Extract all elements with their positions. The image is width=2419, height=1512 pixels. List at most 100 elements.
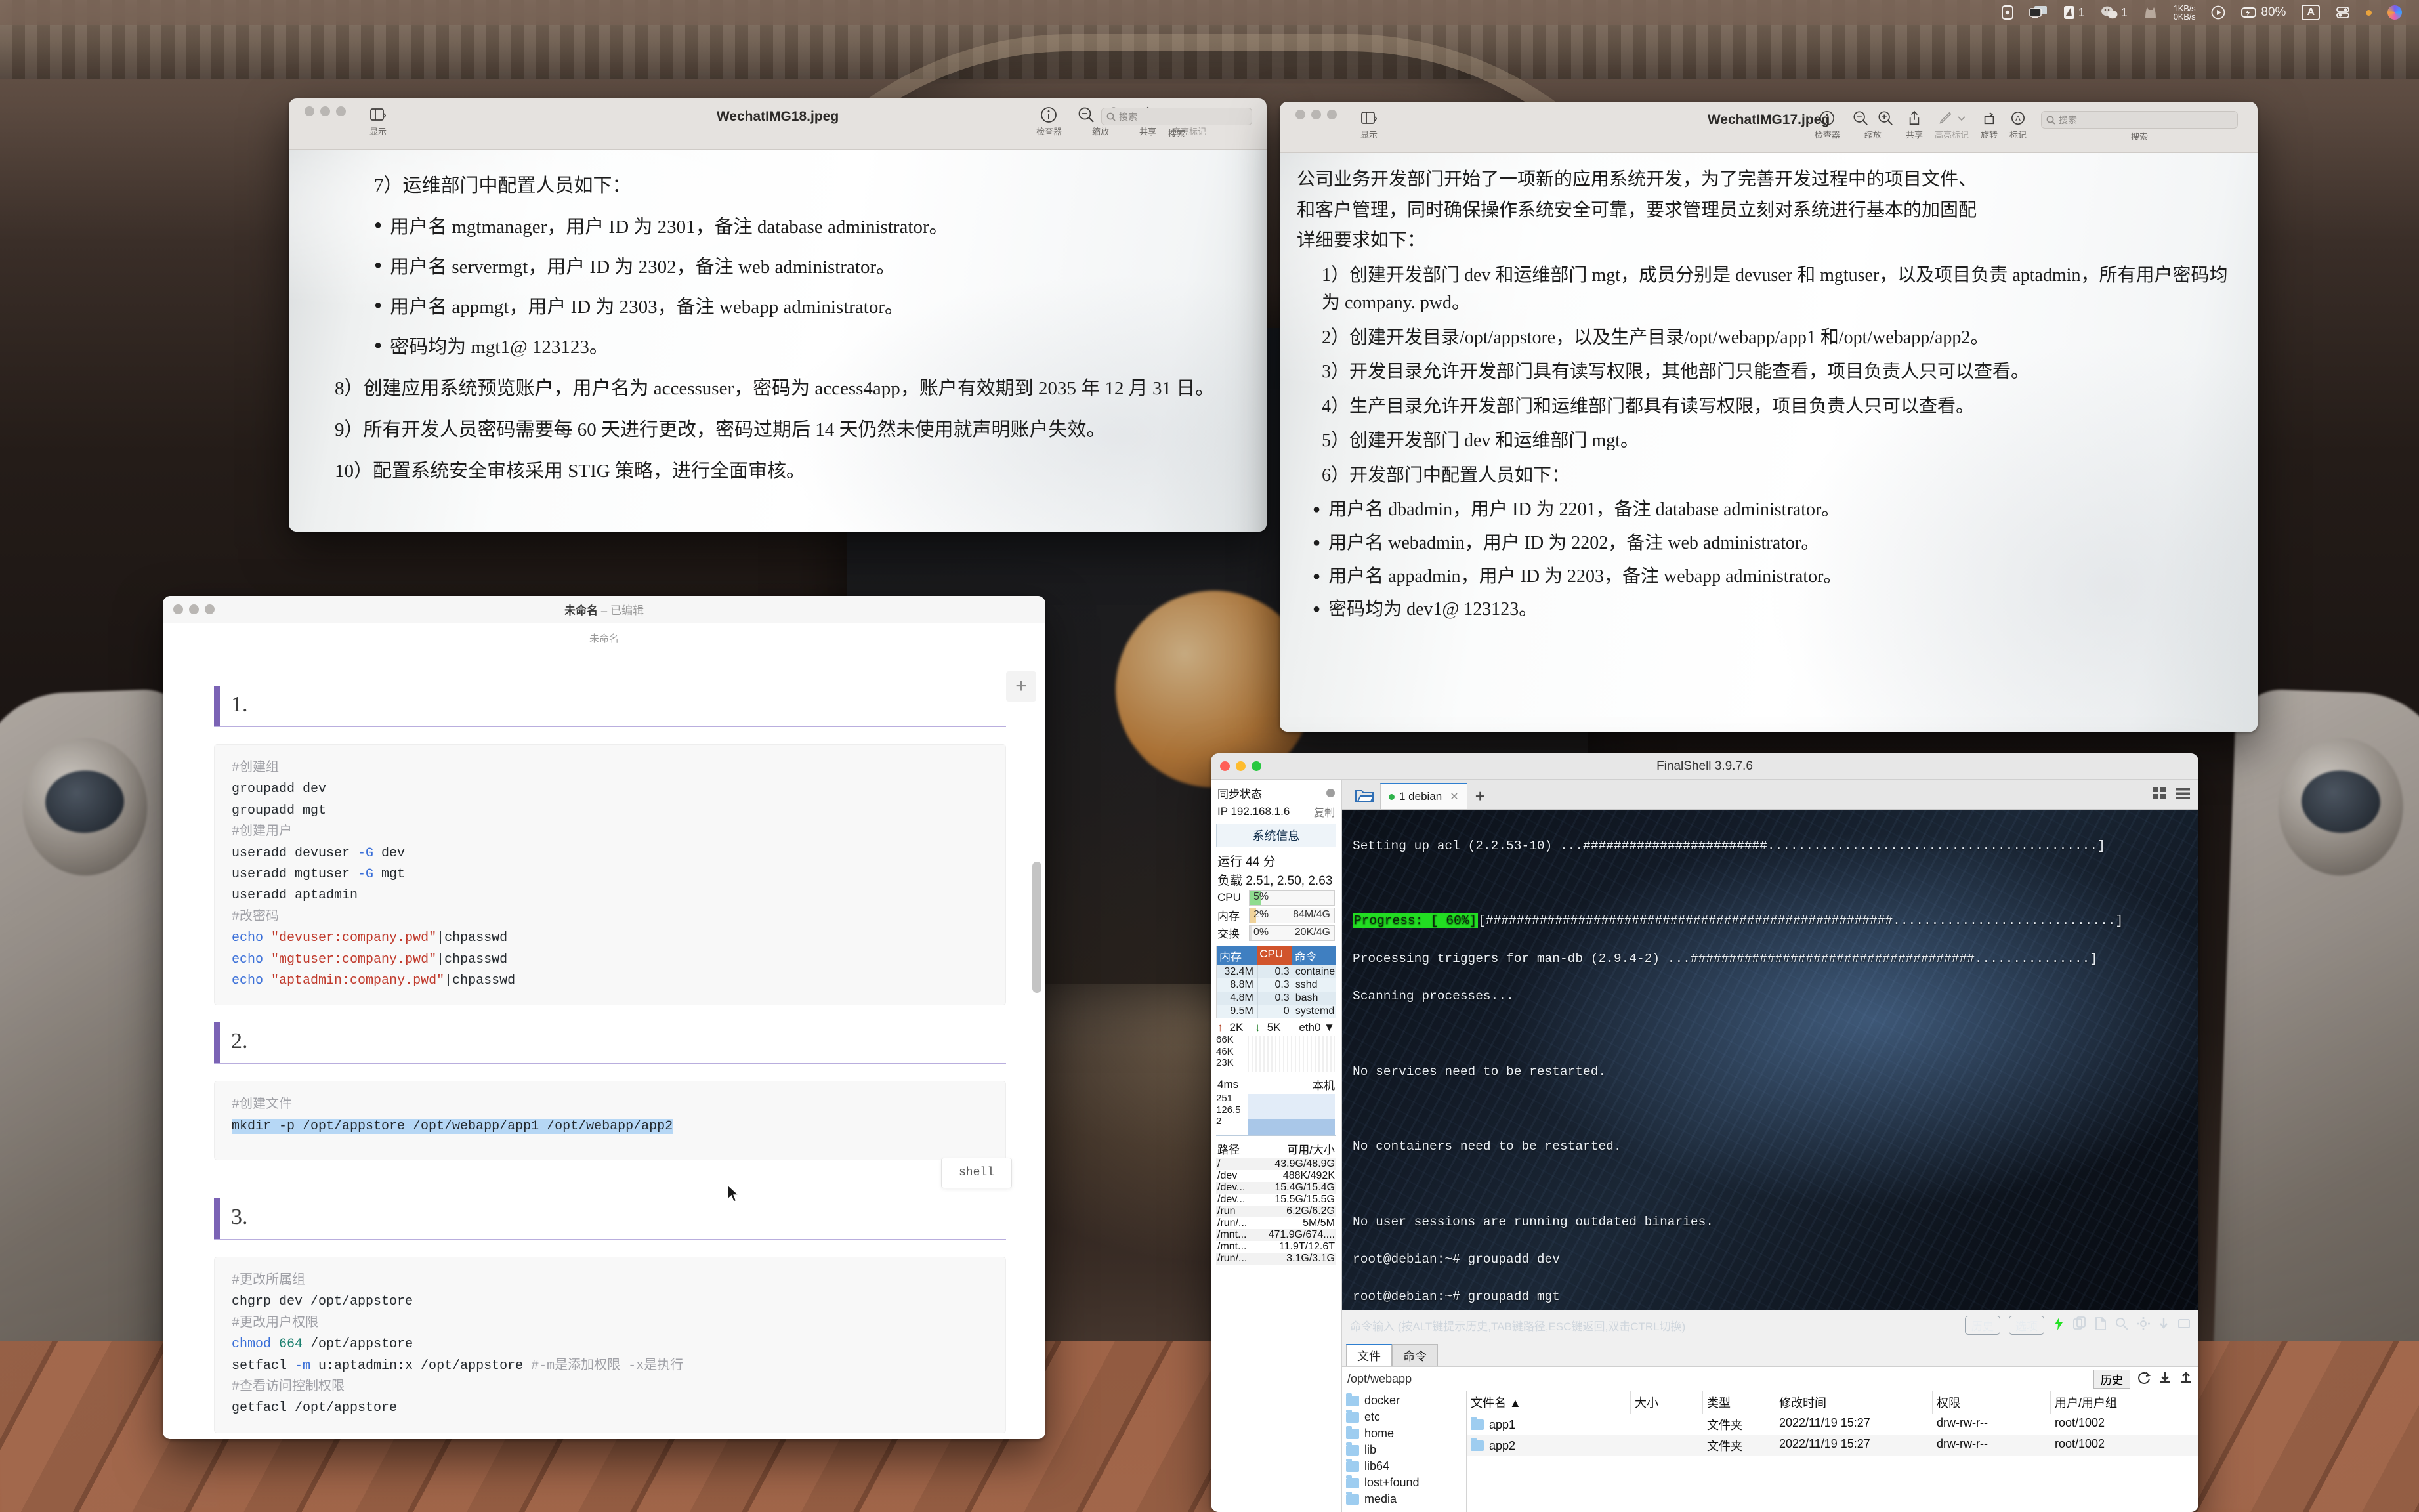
preview1-traffic-lights[interactable] xyxy=(305,106,346,116)
disk-row[interactable]: /run 6.2G/6.2G xyxy=(1216,1206,1336,1217)
screen-mirroring-icon[interactable] xyxy=(2021,0,2055,25)
typora-window[interactable]: 未命名 – 已编辑 未命名 + 1. #创建组 groupadd dev gro… xyxy=(163,596,1045,1439)
open-folder-icon[interactable] xyxy=(1349,783,1380,809)
col-modified[interactable]: 修改时间 xyxy=(1775,1391,1933,1414)
preview2-toolbar[interactable]: 显示 WechatIMG17.jpeg 检查器 缩放 共享 高亮标记 旋转 A … xyxy=(1280,102,2258,153)
close-button[interactable] xyxy=(305,106,314,116)
command-input[interactable]: 命令输入 (按ALT键提示历史,TAB键路径,ESC键返回,双击CTRL切换) xyxy=(1350,1317,1685,1334)
preview2-inspector-button[interactable]: 检查器 xyxy=(1815,110,1840,140)
copy-ip-button[interactable]: 复制 xyxy=(1314,804,1335,820)
options-button[interactable]: 选项 xyxy=(2009,1315,2044,1335)
preview1-display-button[interactable]: 显示 xyxy=(369,106,387,137)
finalshell-tabbar[interactable]: 1 debian ✕ + xyxy=(1342,780,2198,810)
col-permissions[interactable]: 权限 xyxy=(1933,1391,2051,1414)
maximize-button[interactable] xyxy=(336,106,346,116)
terminal-output-area[interactable]: Setting up acl (2.2.53-10) ...##########… xyxy=(1342,810,2198,1310)
upload-file-icon[interactable] xyxy=(2179,1370,2193,1388)
preview2-image-view[interactable]: 公司业务开发部门开始了一项新的应用系统开发，为了完善开发过程中的项目文件、 和客… xyxy=(1280,153,2258,732)
typora-code-block-3[interactable]: #更改所属组 chgrp dev /opt/appstore #更改用户权限 c… xyxy=(214,1257,1006,1433)
grid-view-icon[interactable] xyxy=(2153,786,2167,804)
disk-usage-table[interactable]: 路径 可用/大小 / 43.9G/48.9G /dev 488K/492K /dev… xyxy=(1216,1139,1336,1265)
file-row[interactable]: app2 文件夹 2022/11/19 15:27 drw-rw-r-- roo… xyxy=(1467,1435,2198,1456)
tab-commands[interactable]: 命令 xyxy=(1392,1344,1438,1366)
zoom-out-icon[interactable] xyxy=(1078,106,1095,123)
col-type[interactable]: 类型 xyxy=(1703,1391,1775,1414)
path-history-button[interactable]: 历史 xyxy=(2093,1369,2130,1389)
file-row[interactable]: app1 文件夹 2022/11/19 15:27 drw-rw-r-- roo… xyxy=(1467,1414,2198,1435)
preview-window-wechatimg18[interactable]: 显示 WechatIMG18.jpeg 检查器 缩放 共享 高亮标记 搜索 搜索… xyxy=(289,98,1267,532)
typora-titlebar[interactable]: 未命名 – 已编辑 xyxy=(163,596,1045,623)
current-path[interactable]: /opt/webapp xyxy=(1347,1372,2087,1386)
typora-code-block-1[interactable]: #创建组 groupadd dev groupadd mgt #创建用户 use… xyxy=(214,744,1006,1006)
close-tab-icon[interactable]: ✕ xyxy=(1450,790,1458,803)
battery-icon[interactable]: 80% xyxy=(2233,0,2294,25)
typora-heading-3[interactable]: 3. xyxy=(214,1198,1006,1240)
preview2-display-button[interactable]: 显示 xyxy=(1360,110,1378,140)
tree-item[interactable]: media xyxy=(1342,1491,1466,1507)
preview1-image-view[interactable]: 7）运维部门中配置人员如下： ● 用户名 mgtmanager，用户 ID 为 2… xyxy=(289,150,1267,532)
code-language-tag[interactable]: shell xyxy=(940,1157,1012,1189)
preview2-traffic-lights[interactable] xyxy=(1295,110,1337,119)
close-button[interactable] xyxy=(1295,110,1305,119)
maximize-button[interactable] xyxy=(1327,110,1337,119)
network-speed-indicator[interactable]: 1KB/s 0KB/s xyxy=(2166,0,2204,25)
tab-files[interactable]: 文件 xyxy=(1346,1344,1392,1366)
lightning-icon[interactable] xyxy=(2053,1316,2065,1334)
preview1-search-group[interactable]: 搜索 搜索 xyxy=(1101,108,1252,139)
search-input[interactable]: 搜索 xyxy=(2041,111,2238,129)
system-info-button[interactable]: 系统信息 xyxy=(1216,824,1336,847)
minimize-button[interactable] xyxy=(1311,110,1321,119)
file-browser-pathbar[interactable]: /opt/webapp 历史 xyxy=(1342,1366,2198,1391)
zoom-out-icon[interactable] xyxy=(1852,110,1869,127)
disk-row[interactable]: /run/... 3.1G/3.1G xyxy=(1216,1253,1336,1265)
copy-icon[interactable] xyxy=(2073,1316,2086,1334)
preview2-search-group[interactable]: 搜索 搜索 xyxy=(2041,111,2238,142)
typora-code-block-2[interactable]: #创建文件 mkdir -p /opt/appstore /opt/webapp… xyxy=(214,1081,1012,1189)
cat-icon[interactable] xyxy=(2135,0,2166,25)
col-owner[interactable]: 用户/用户组 xyxy=(2051,1391,2162,1414)
preview2-markup-button[interactable]: 高亮标记 xyxy=(1935,110,1969,140)
disk-row[interactable]: /dev... 15.4G/15.4G xyxy=(1216,1182,1336,1194)
preview1-inspector-button[interactable]: 检查器 xyxy=(1036,106,1062,137)
file-browser-tabs[interactable]: 文件 命令 xyxy=(1342,1340,2198,1366)
finalshell-window[interactable]: FinalShell 3.9.7.6 同步状态 IP 192.168.1.6 复… xyxy=(1211,753,2198,1512)
search-input[interactable]: 搜索 xyxy=(1101,108,1252,125)
file-browser-panel[interactable]: 文件 命令 /opt/webapp 历史 docker etc home lib xyxy=(1342,1340,2198,1512)
preview2-annotate-button[interactable]: A 标记 xyxy=(2009,110,2027,140)
notification-dot[interactable] xyxy=(2358,0,2380,25)
disk-row[interactable]: /dev 488K/492K xyxy=(1216,1170,1336,1182)
minimize-button[interactable] xyxy=(320,106,330,116)
disk-row[interactable]: /dev... 15.5G/15.5G xyxy=(1216,1194,1336,1206)
terminal-tab-1-debian[interactable]: 1 debian ✕ xyxy=(1380,783,1467,809)
disk-row[interactable]: / 43.9G/48.9G xyxy=(1216,1158,1336,1170)
control-center-icon[interactable] xyxy=(2328,0,2358,25)
terminal-command-bar[interactable]: 命令输入 (按ALT键提示历史,TAB键路径,ESC键返回,双击CTRL切换) … xyxy=(1342,1310,2198,1340)
add-note-button[interactable]: + xyxy=(1006,671,1036,702)
tree-item[interactable]: etc xyxy=(1342,1409,1466,1425)
file-list[interactable]: 文件名 ▲ 大小 类型 修改时间 权限 用户/用户组 app1 文件夹 2022… xyxy=(1467,1391,2198,1512)
preview2-rotate-button[interactable]: 旋转 xyxy=(1981,110,1998,140)
input-source-icon[interactable]: A xyxy=(2294,0,2328,25)
directory-tree[interactable]: docker etc home lib lib64 lost+found med… xyxy=(1342,1391,1467,1512)
tree-item[interactable]: lost+found xyxy=(1342,1475,1466,1491)
tree-item[interactable]: lib xyxy=(1342,1442,1466,1458)
search-icon[interactable] xyxy=(2115,1316,2128,1334)
list-view-icon[interactable] xyxy=(2175,786,2191,804)
typora-scrollbar[interactable] xyxy=(1032,862,1041,993)
network-interface-select[interactable]: eth0 ▼ xyxy=(1299,1021,1335,1034)
zoom-in-icon[interactable] xyxy=(1877,110,1894,127)
preview1-toolbar[interactable]: 显示 WechatIMG18.jpeg 检查器 缩放 共享 高亮标记 搜索 搜索 xyxy=(289,98,1267,150)
process-row[interactable]: 9.5M 0 systemd xyxy=(1217,1005,1336,1018)
disk-row[interactable]: /mnt... 471.9G/674.... xyxy=(1216,1229,1336,1241)
typora-heading-2[interactable]: 2. xyxy=(214,1022,1006,1064)
process-row[interactable]: 4.8M 0.3 bash xyxy=(1217,992,1336,1005)
finalshell-sysinfo-sidebar[interactable]: 同步状态 IP 192.168.1.6 复制 系统信息 运行 44 分 负载 2… xyxy=(1211,780,1342,1512)
tree-item[interactable]: home xyxy=(1342,1425,1466,1442)
media-play-icon[interactable] xyxy=(2203,0,2233,25)
wechat-icon[interactable]: 1 xyxy=(2093,0,2135,25)
typora-editor[interactable]: + 1. #创建组 groupadd dev groupadd mgt #创建用… xyxy=(163,645,1045,1439)
tree-item[interactable]: lib64 xyxy=(1342,1458,1466,1475)
clipboard-manager-icon[interactable]: 1 xyxy=(2055,0,2093,25)
history-button[interactable]: 历史 xyxy=(1965,1315,2000,1335)
typora-heading-1[interactable]: 1. xyxy=(214,686,1006,727)
